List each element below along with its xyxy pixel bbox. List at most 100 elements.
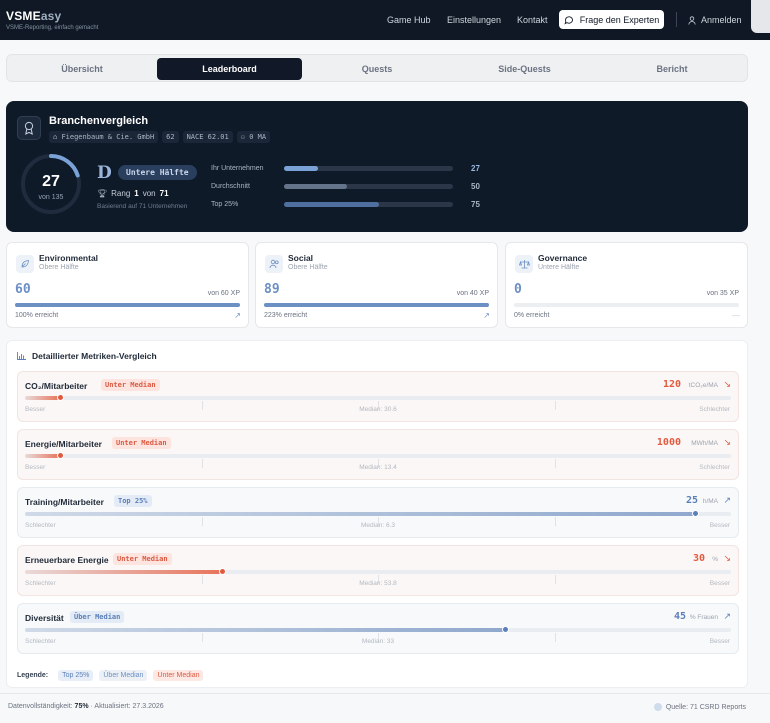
cmp-bar-average bbox=[284, 184, 453, 189]
tick-q1 bbox=[202, 401, 203, 410]
scale-left-label: Schlechter bbox=[25, 580, 56, 587]
esg-max-xp: von 40 XP bbox=[456, 290, 489, 297]
tick-q1 bbox=[202, 459, 203, 468]
trend-up-icon: ↗ bbox=[723, 611, 731, 621]
tick-q1 bbox=[202, 517, 203, 526]
esg-score: 0 bbox=[514, 282, 522, 297]
esg-score: 89 bbox=[264, 282, 280, 297]
trend-up-icon: ↗ bbox=[723, 495, 731, 505]
trophy-icon: 🏆︎ bbox=[97, 189, 108, 198]
trend-up-icon: ↗ bbox=[234, 311, 241, 320]
scale-right-label: Besser bbox=[709, 638, 730, 645]
metric-row-energy[interactable]: Energie/Mitarbeiter Unter Median 1000 MW… bbox=[17, 429, 739, 480]
cmp-label-company: Ihr Unternehmen bbox=[211, 165, 264, 172]
tab-quests[interactable]: Quests bbox=[302, 58, 452, 80]
esg-percent: 100% erreicht bbox=[15, 312, 59, 319]
rank-line: 🏆︎ Rang 1 von 71 bbox=[97, 189, 169, 198]
metric-row-co2[interactable]: CO₂/Mitarbeiter Unter Median 120 tCO₂e/M… bbox=[17, 371, 739, 422]
metric-unit: h/MA bbox=[702, 498, 718, 505]
metric-name: Diversität bbox=[25, 613, 64, 623]
legend-above-median: Über Median bbox=[99, 670, 148, 681]
score-max: von 135 bbox=[38, 194, 64, 201]
esg-percent: 0% erreicht bbox=[514, 312, 550, 319]
esg-progress-bar bbox=[15, 303, 240, 307]
metric-value: 25 bbox=[685, 495, 698, 506]
legend: Legende: Top 25% Über Median Unter Media… bbox=[17, 670, 204, 681]
metric-name: Erneuerbare Energie bbox=[25, 555, 109, 565]
source-info: Quelle: 71 CSRD Reports bbox=[653, 703, 746, 711]
metric-unit: MWh/MA bbox=[691, 440, 718, 447]
metric-track bbox=[25, 394, 731, 401]
metric-value: 1000 bbox=[656, 437, 681, 448]
legend-top25: Top 25% bbox=[58, 670, 94, 681]
esg-progress-bar bbox=[264, 303, 489, 307]
tick-q3 bbox=[555, 575, 556, 584]
metric-unit: % bbox=[712, 556, 718, 563]
metric-unit: tCO₂e/MA bbox=[688, 382, 718, 389]
scale-right-label: Schlechter bbox=[699, 406, 730, 413]
login-link[interactable]: Anmelden bbox=[688, 15, 742, 25]
trend-down-icon: ↘ bbox=[723, 553, 731, 563]
esg-percent: 223% erreicht bbox=[264, 312, 308, 319]
scale-left-label: Schlechter bbox=[25, 522, 56, 529]
nav-settings[interactable]: Einstellungen bbox=[447, 15, 501, 25]
ask-expert-label: Frage den Experten bbox=[579, 14, 660, 25]
tab-overview[interactable]: Übersicht bbox=[7, 58, 157, 80]
esg-card-governance[interactable]: Governance Untere Hälfte 0 von 35 XP 0% … bbox=[505, 242, 748, 328]
company-chip: ⌂ Fiegenbaum & Cie. GmbH bbox=[49, 131, 159, 143]
metric-track bbox=[25, 568, 731, 575]
esg-name: Social bbox=[288, 253, 314, 263]
metrics-title: Detaillierter Metriken-Vergleich bbox=[17, 351, 157, 361]
esg-progress-bar bbox=[514, 303, 739, 307]
based-on-text: Basierend auf 71 Unternehmen bbox=[97, 203, 188, 210]
metric-track bbox=[25, 452, 731, 459]
tab-report[interactable]: Bericht bbox=[597, 58, 747, 80]
metric-unit: % Frauen bbox=[689, 614, 718, 621]
employees-chip: ⚇ 0 MA bbox=[236, 131, 271, 143]
median-label: Median: 53.8 bbox=[359, 580, 397, 587]
esg-card-social[interactable]: Social Obere Hälfte 89 von 40 XP 223% er… bbox=[255, 242, 498, 328]
metric-name: CO₂/Mitarbeiter bbox=[25, 381, 88, 391]
metric-status-badge: Über Median bbox=[70, 611, 125, 623]
tab-leaderboard[interactable]: Leaderboard bbox=[157, 58, 302, 80]
tab-side-quests[interactable]: Side-Quests bbox=[452, 58, 597, 80]
esg-max-xp: von 60 XP bbox=[207, 290, 240, 297]
tick-q3 bbox=[555, 401, 556, 410]
user-icon bbox=[688, 15, 696, 25]
source-dot-icon bbox=[653, 703, 662, 711]
brand-logo[interactable]: VSMEasy bbox=[6, 9, 61, 23]
metric-status-badge: Unter Median bbox=[112, 437, 171, 449]
metric-row-training[interactable]: Training/Mitarbeiter Top 25% 25 h/MA ↗ S… bbox=[17, 487, 739, 538]
tick-q1 bbox=[202, 633, 203, 642]
metrics-comparison-panel: Detaillierter Metriken-Vergleich CO₂/Mit… bbox=[6, 340, 748, 688]
trend-flat-icon: — bbox=[732, 311, 740, 320]
footer: Datenvollständigkeit: 75% · Aktualisiert… bbox=[0, 693, 770, 723]
data-completeness: Datenvollständigkeit: 75% · Aktualisiert… bbox=[8, 703, 164, 710]
side-panel-handle[interactable] bbox=[751, 0, 770, 33]
metric-row-renewable[interactable]: Erneuerbare Energie Unter Median 30 % ↘ … bbox=[17, 545, 739, 596]
company-meta: ⌂ Fiegenbaum & Cie. GmbH 62 NACE 62.01 ⚇… bbox=[49, 131, 271, 143]
bar-chart-icon bbox=[17, 352, 26, 360]
esg-card-environmental[interactable]: Environmental Obere Hälfte 60 von 60 XP … bbox=[6, 242, 249, 328]
tick-q3 bbox=[555, 517, 556, 526]
scale-left-label: Schlechter bbox=[25, 638, 56, 645]
esg-status: Untere Hälfte bbox=[538, 264, 580, 271]
metric-name: Energie/Mitarbeiter bbox=[25, 439, 102, 449]
nav-game-hub[interactable]: Game Hub bbox=[387, 15, 431, 25]
metric-value: 30 bbox=[692, 553, 705, 564]
trend-up-icon: ↗ bbox=[483, 311, 490, 320]
people-icon bbox=[265, 255, 283, 273]
cmp-value-top25: 75 bbox=[471, 200, 480, 209]
nav-contact[interactable]: Kontakt bbox=[517, 15, 548, 25]
grade-letter: D bbox=[97, 163, 112, 183]
scale-left-label: Besser bbox=[25, 406, 46, 413]
cmp-bar-company bbox=[284, 166, 453, 171]
award-icon bbox=[17, 116, 41, 140]
ask-expert-button[interactable]: Frage den Experten bbox=[559, 10, 664, 29]
metric-row-diversity[interactable]: Diversität Über Median 45 % Frauen ↗ Sch… bbox=[17, 603, 739, 654]
metric-name: Training/Mitarbeiter bbox=[25, 497, 104, 507]
cmp-value-average: 50 bbox=[471, 182, 480, 191]
median-label: Median: 33 bbox=[361, 638, 395, 645]
legend-below-median: Unter Median bbox=[153, 670, 204, 681]
legend-label: Legende: bbox=[17, 672, 49, 679]
